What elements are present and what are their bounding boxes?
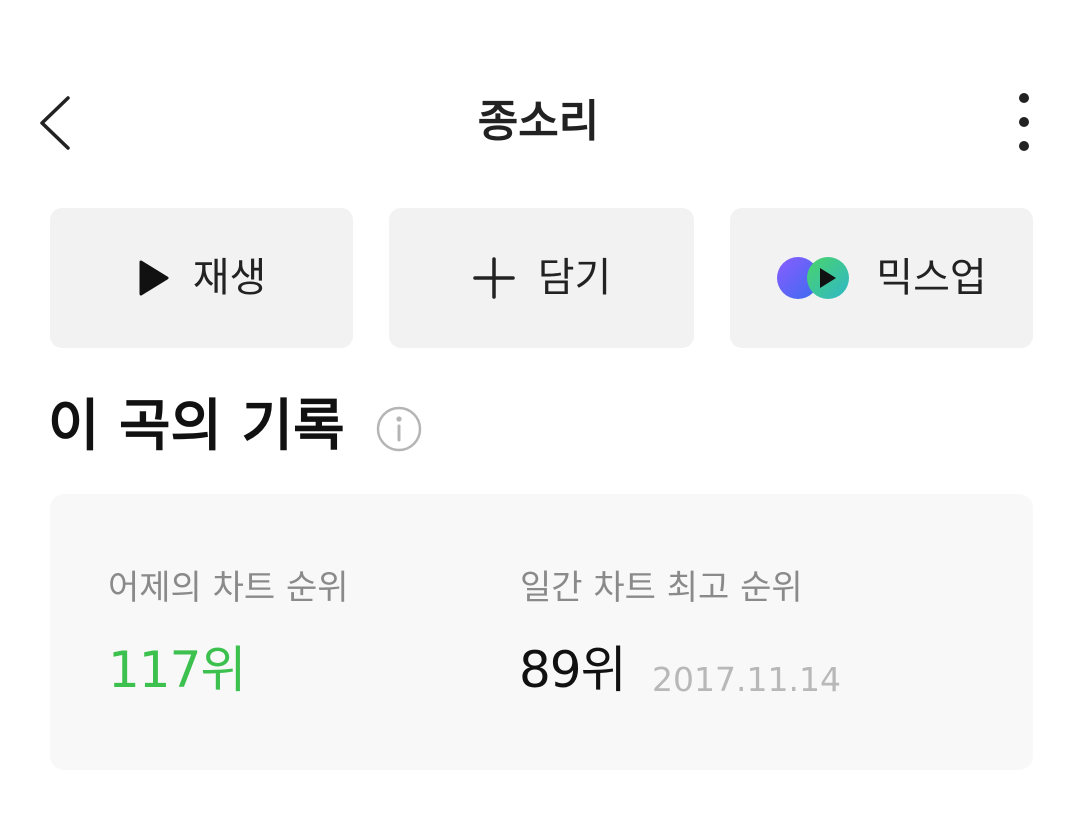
mixup-label: 믹스업 <box>876 255 987 301</box>
chart-record-card <box>50 494 1033 770</box>
info-button[interactable] <box>375 405 423 453</box>
song-detail-page: 종소리 재생 담기 믹스업 이 곡의 기록 어제의 차트 순위 117위 일간 … <box>0 0 1077 830</box>
add-label: 담기 <box>537 255 612 301</box>
info-icon <box>376 406 422 452</box>
peak-rank-date: 2017.11.14 <box>652 660 841 699</box>
yesterday-rank-value: 117위 <box>108 641 246 699</box>
play-button[interactable]: 재생 <box>50 208 353 348</box>
peak-rank-label: 일간 차트 최고 순위 <box>520 568 803 608</box>
play-label: 재생 <box>192 255 267 301</box>
more-options-button[interactable] <box>1006 90 1042 156</box>
play-icon <box>139 260 169 296</box>
add-to-playlist-button[interactable]: 담기 <box>389 208 694 348</box>
mixup-icon <box>777 257 850 299</box>
peak-rank-value: 89위 <box>519 641 627 699</box>
yesterday-rank-label: 어제의 차트 순위 <box>108 568 349 608</box>
more-vertical-icon <box>1019 93 1029 151</box>
mixup-button[interactable]: 믹스업 <box>730 208 1033 348</box>
plus-icon <box>472 257 515 299</box>
page-title: 종소리 <box>477 96 600 147</box>
record-section-title: 이 곡의 기록 <box>48 394 345 459</box>
